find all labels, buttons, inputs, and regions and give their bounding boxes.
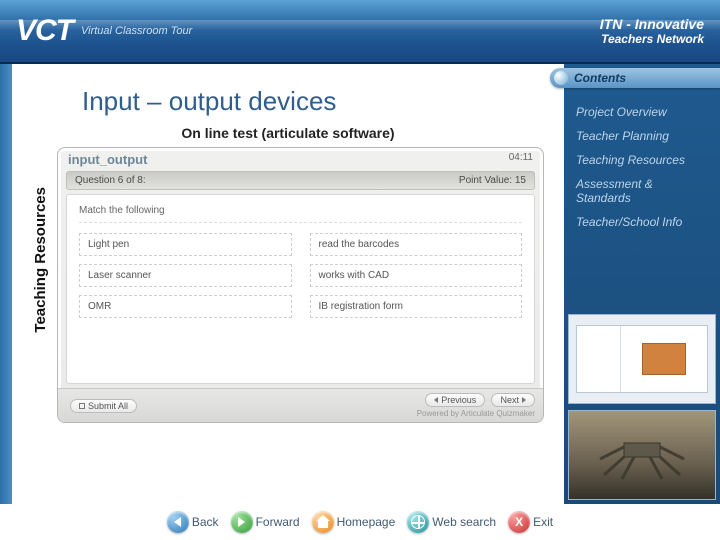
quiz-title: input_output — [68, 152, 147, 167]
submit-all-button[interactable]: Submit All — [70, 399, 137, 413]
match-left[interactable]: Laser scanner — [79, 264, 292, 287]
contents-tab[interactable]: Contents — [550, 68, 720, 88]
thumbnail-document[interactable] — [568, 314, 716, 404]
itn-line2: Teachers Network — [600, 32, 704, 46]
quiz-info-bar: Question 6 of 8: Point Value: 15 — [66, 171, 535, 190]
forward-icon — [231, 511, 253, 533]
sidebar-thumbnails — [564, 304, 720, 504]
home-icon — [312, 511, 334, 533]
next-button[interactable]: Next — [491, 393, 535, 407]
contents-tab-label: Contents — [574, 71, 626, 85]
next-label: Next — [500, 395, 519, 405]
sidebar-links: Project Overview Teacher Planning Teachi… — [564, 100, 720, 234]
quiz-body: Match the following Light pen read the b… — [66, 194, 535, 384]
submit-icon — [79, 403, 85, 409]
exit-icon: X — [508, 511, 530, 533]
nav-back[interactable]: Back — [167, 511, 219, 533]
quiz-powered-by: Powered by Articulate Quizmaker — [417, 409, 535, 418]
sidebar: Contents Project Overview Teacher Planni… — [564, 64, 720, 504]
submit-all-label: Submit All — [88, 401, 128, 411]
itn-logo: ITN - Innovative Teachers Network — [600, 16, 704, 46]
nav-exit[interactable]: X Exit — [508, 511, 553, 533]
left-rail — [0, 64, 12, 504]
content-area: Input – output devices On line test (art… — [12, 64, 564, 504]
sidebar-item-schoolinfo[interactable]: Teacher/School Info — [576, 210, 708, 234]
match-right[interactable]: read the barcodes — [310, 233, 523, 256]
prev-label: Previous — [441, 395, 476, 405]
nav-forward-label: Forward — [256, 515, 300, 529]
vct-subtitle: Virtual Classroom Tour — [81, 25, 192, 37]
quiz-point-value: Point Value: 15 — [459, 175, 526, 186]
match-left[interactable]: Light pen — [79, 233, 292, 256]
contents-tab-icon — [554, 71, 568, 85]
match-right[interactable]: IB registration form — [310, 295, 523, 318]
quiz-panel: input_output 04:11 Question 6 of 8: Poin… — [57, 147, 544, 423]
match-row: Laser scanner works with CAD — [79, 264, 522, 287]
page-subtitle: On line test (articulate software) — [32, 125, 544, 141]
prev-icon — [434, 397, 438, 403]
vct-mark: VCT — [16, 14, 73, 48]
quiz-timer: 04:11 — [509, 152, 533, 167]
bottom-nav: Back Forward Homepage Web search X Exit — [0, 504, 720, 540]
itn-line1: ITN - Innovative — [600, 16, 704, 32]
match-row: OMR IB registration form — [79, 295, 522, 318]
back-icon — [167, 511, 189, 533]
nav-exit-label: Exit — [533, 515, 553, 529]
quiz-question-count: Question 6 of 8: — [75, 175, 146, 186]
nav-search-label: Web search — [432, 515, 496, 529]
quiz-footer: Submit All Previous Next Powered by Arti… — [58, 388, 543, 422]
sidebar-item-resources[interactable]: Teaching Resources — [576, 148, 708, 172]
match-left[interactable]: OMR — [79, 295, 292, 318]
page-title: Input – output devices — [82, 86, 544, 117]
vct-logo: VCT Virtual Classroom Tour — [16, 14, 192, 48]
top-banner: VCT Virtual Classroom Tour ITN - Innovat… — [0, 0, 720, 64]
quiz-instruction: Match the following — [79, 205, 522, 223]
nav-forward[interactable]: Forward — [231, 511, 300, 533]
thumbnail-robot[interactable] — [568, 410, 716, 500]
match-right[interactable]: works with CAD — [310, 264, 523, 287]
next-icon — [522, 397, 526, 403]
nav-home-label: Homepage — [337, 515, 396, 529]
search-icon — [407, 511, 429, 533]
nav-search[interactable]: Web search — [407, 511, 496, 533]
nav-back-label: Back — [192, 515, 219, 529]
nav-home[interactable]: Homepage — [312, 511, 396, 533]
vertical-section-label: Teaching Resources — [32, 177, 49, 343]
sidebar-item-overview[interactable]: Project Overview — [576, 100, 708, 124]
sidebar-item-assessment[interactable]: Assessment & Standards — [576, 172, 708, 210]
match-row: Light pen read the barcodes — [79, 233, 522, 256]
sidebar-item-planning[interactable]: Teacher Planning — [576, 124, 708, 148]
prev-button[interactable]: Previous — [425, 393, 485, 407]
